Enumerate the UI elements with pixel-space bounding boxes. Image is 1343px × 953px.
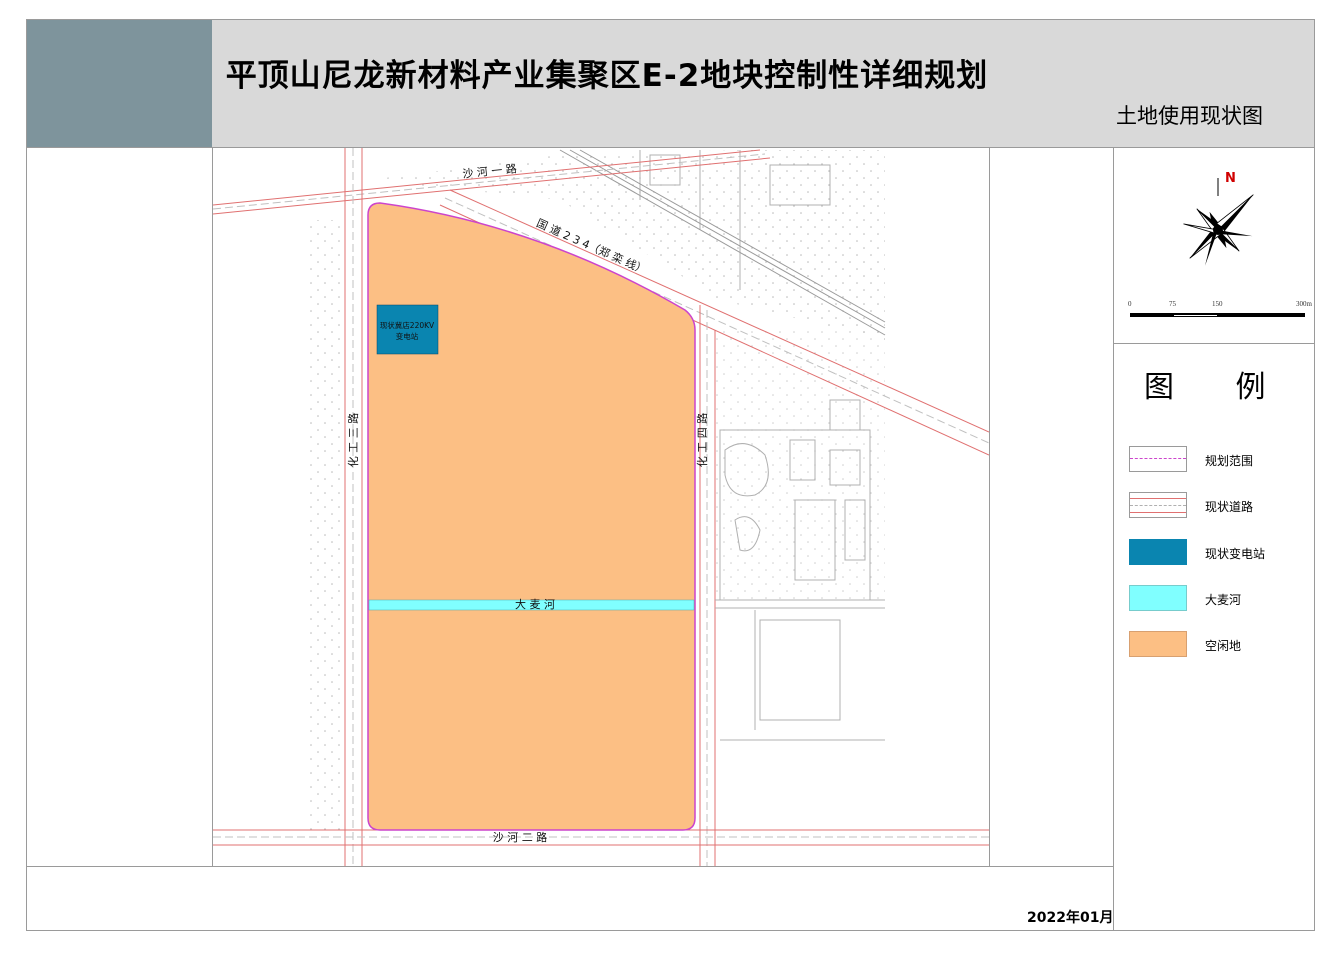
scale-label-300m: 300m — [1296, 300, 1312, 308]
map-subtitle: 土地使用现状图 — [1116, 104, 1263, 128]
page-title: 平顶山尼龙新材料产业集聚区E-2地块控制性详细规划 — [225, 58, 989, 94]
scale-label-150: 150 — [1212, 300, 1223, 308]
map-right-edge — [989, 147, 990, 867]
footer-divider — [27, 866, 1114, 867]
north-label: N — [1225, 171, 1236, 186]
legend-item-existing-road: 现状道路 — [1129, 492, 1329, 520]
road-west-lines — [344, 148, 363, 866]
legend-swatch-vacant-land — [1129, 631, 1187, 657]
legend-swatch-existing-road — [1129, 492, 1187, 518]
legend-item-substation: 现状变电站 — [1129, 539, 1329, 567]
legend-label-substation: 现状变电站 — [1205, 547, 1266, 561]
substation-label-1: 现状冀店220KV — [380, 320, 435, 330]
dotted-ground-west — [305, 220, 345, 835]
legend-item-river: 大麦河 — [1129, 585, 1329, 613]
road-east-label: 化 工 四 路 — [695, 413, 709, 468]
sidebar-divider — [1113, 147, 1114, 931]
legend-item-vacant-land: 空闲地 — [1129, 631, 1329, 659]
footer-date: 2022年01月 — [1027, 910, 1114, 926]
road-west-label: 化 工 三 路 — [346, 413, 360, 468]
legend-label-planning-boundary: 规划范围 — [1205, 454, 1254, 468]
vacant-land — [367, 202, 696, 831]
legend-label-vacant-land: 空闲地 — [1205, 639, 1242, 653]
substation-label-2: 变电站 — [396, 331, 419, 341]
legend-label-river: 大麦河 — [1205, 593, 1242, 607]
legend-title: 图 例 — [1144, 370, 1292, 405]
compass-divider — [1114, 343, 1314, 344]
legend-label-existing-road: 现状道路 — [1205, 500, 1254, 514]
scale-label-75: 75 — [1169, 300, 1176, 308]
scale-label-0: 0 — [1128, 300, 1132, 308]
legend-swatch-substation — [1129, 539, 1187, 565]
header-logo-block — [27, 20, 212, 147]
legend-swatch-planning-boundary — [1129, 446, 1187, 472]
road-east-lines — [699, 305, 716, 866]
river-label: 大 麦 河 — [515, 597, 555, 611]
land-use-map: 现状冀店220KV 变电站 大 麦 河 沙 河 一 路 国 道 2 3 4（郑 … — [213, 148, 989, 866]
north-arrow-compass: N — [1183, 171, 1254, 266]
scale-bar — [1130, 310, 1305, 318]
legend-swatch-river — [1129, 585, 1187, 611]
road-south-label: 沙 河 二 路 — [493, 831, 548, 844]
road-river-east — [715, 599, 885, 609]
legend-item-planning-boundary: 规划范围 — [1129, 446, 1329, 474]
